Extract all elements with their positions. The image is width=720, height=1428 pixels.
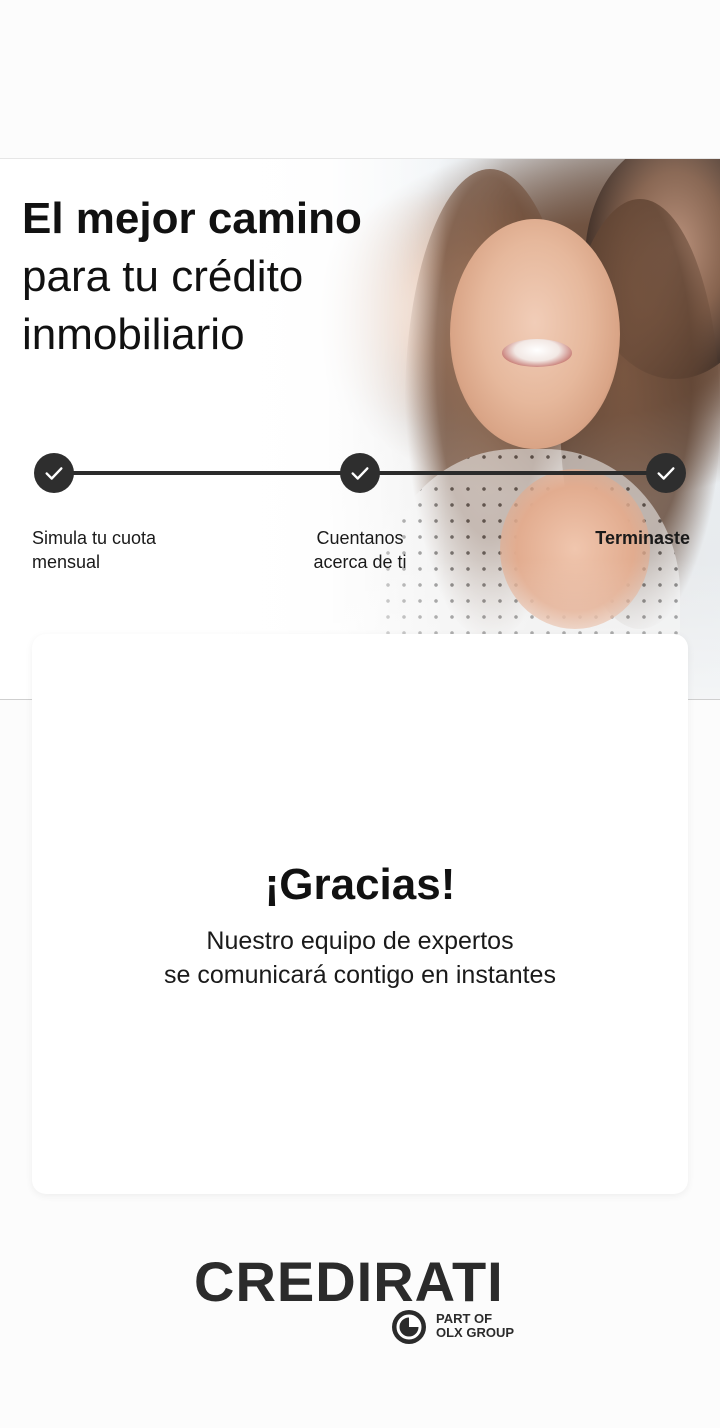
- check-icon: [351, 467, 369, 480]
- hero-title-line3: inmobiliario: [22, 310, 245, 359]
- step-2-label: Cuentanos acerca de ti: [290, 526, 430, 574]
- thanks-heading: ¡Gracias!: [264, 860, 456, 909]
- step-2-indicator: [340, 453, 380, 493]
- check-icon: [657, 467, 675, 480]
- thanks-message-line2: se comunicará contigo en instantes: [164, 961, 556, 989]
- hero-title-strong: El mejor camino: [22, 194, 362, 243]
- olx-group-icon: [392, 1310, 426, 1344]
- thanks-message-line1: Nuestro equipo de expertos: [206, 927, 514, 955]
- step-1-label-line1: Simula tu cuota: [32, 528, 157, 548]
- progress-stepper: Simula tu cuota mensual Cuentanos acerca…: [0, 452, 720, 592]
- step-3-label: Terminaste: [595, 528, 690, 548]
- olx-group-line2: OLX GROUP: [436, 1325, 515, 1340]
- step-1-indicator: [34, 453, 74, 493]
- thanks-message: Nuestro equipo de expertos se comunicará…: [32, 924, 688, 992]
- stepper-track-2: [360, 471, 666, 475]
- step-2-label-line2: acerca de ti: [313, 552, 407, 572]
- confirmation-card: ¡Gracias! Nuestro equipo de expertos se …: [32, 634, 688, 1194]
- check-icon: [45, 467, 63, 480]
- stepper-track-1: [54, 471, 360, 475]
- step-1-label-line2: mensual: [32, 552, 101, 572]
- olx-group-text: PART OF OLX GROUP: [436, 1312, 514, 1340]
- step-2-label-line1: Cuentanos: [316, 528, 404, 548]
- hero-title: El mejor camino para tu crédito inmobili…: [22, 190, 362, 364]
- step-3-indicator: [646, 453, 686, 493]
- olx-group-line1: PART OF: [436, 1311, 493, 1326]
- hero-title-line2: para tu crédito: [22, 252, 304, 301]
- brand-wordmark: CREDIRATI: [194, 1250, 504, 1313]
- credirati-logo[interactable]: CREDIRATI PART OF OLX GROUP: [194, 1252, 534, 1352]
- step-1-label: Simula tu cuota mensual: [32, 526, 202, 574]
